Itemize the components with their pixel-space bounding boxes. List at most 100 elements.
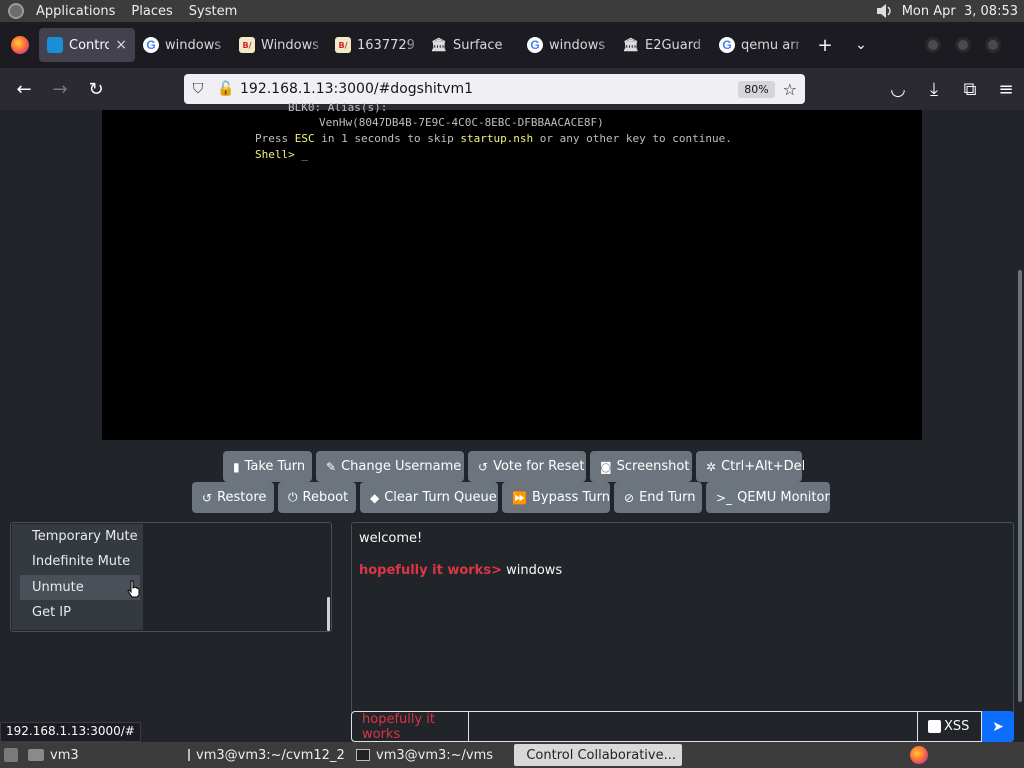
chat-message: hopefully it works> windows (359, 563, 562, 578)
bank-icon: 🏛 (430, 37, 448, 53)
menu-applications[interactable]: Applications (32, 4, 119, 19)
tab-surface[interactable]: 🏛 Surface (423, 28, 519, 62)
taskbar-item-terminal-cvm12[interactable]: vm3@vm3:~/cvm12_2 (182, 744, 350, 766)
restore-icon: ↺ (202, 490, 213, 505)
indefinite-mute-menu-item[interactable]: Indefinite Mute (20, 549, 140, 574)
send-button[interactable]: ➤ (982, 711, 1014, 742)
new-tab-icon[interactable]: + (807, 35, 843, 56)
chat-input[interactable] (469, 711, 918, 742)
page-content: BLK0: Alias(s): VenHw(8047DB4B-7E9C-4C0C… (0, 101, 1024, 742)
xss-checkbox[interactable] (928, 720, 941, 733)
top-panel: Applications Places System Mon Apr 3, 08… (0, 0, 1024, 22)
bottom-panel: vm3 vm3@vm3:~/cvm12_2 vm3@vm3:~/vms Cont… (0, 742, 1024, 768)
distro-logo-icon[interactable] (8, 3, 24, 19)
restore-button[interactable]: ↺ Restore (192, 482, 274, 513)
vm-line-partial: BLK0: Alias(s): (288, 101, 388, 114)
fast-forward-icon: ⏩ (512, 490, 527, 505)
paper-plane-icon: ➤ (992, 718, 1004, 735)
take-turn-button[interactable]: ▮ Take Turn (223, 451, 312, 482)
pocket-icon[interactable]: ◡ (880, 79, 916, 100)
screenshot-button[interactable]: ◙ Screenshot (590, 451, 692, 482)
google-icon: G (527, 37, 543, 53)
taskbar-item-vm3[interactable]: vm3 (22, 744, 182, 766)
mouse-icon: ▮ (233, 459, 240, 474)
user-list-panel[interactable]: Temporary Mute Indefinite Mute Unmute Ge… (10, 522, 332, 632)
nav-bar: ← → ↻ ⛉ 🔓 192.168.1.13:3000/#dogshitvm1 … (0, 68, 1024, 110)
show-desktop-icon[interactable] (4, 748, 18, 762)
bypass-turn-button[interactable]: ⏩ Bypass Turn (502, 482, 610, 513)
terminal-icon (188, 749, 190, 761)
clock[interactable]: Mon Apr 3, 08:53 (902, 4, 1018, 19)
qemu-monitor-button[interactable]: >_ QEMU Monitor (706, 482, 830, 513)
camera-icon: ◙ (600, 459, 612, 474)
user-list-scrollbar[interactable] (327, 597, 330, 631)
terminal-icon: >_ (716, 490, 733, 505)
taskbar-item-terminal-vms[interactable]: vm3@vm3:~/vms (350, 744, 514, 766)
list-tabs-chevron-icon[interactable]: ⌄ (843, 37, 879, 53)
ban-icon: ⊘ (624, 490, 635, 505)
unmute-menu-item[interactable]: Unmute (20, 575, 140, 600)
monitor-icon (47, 37, 63, 53)
reboot-button[interactable]: ⏻ Reboot (278, 482, 356, 513)
chat-input-row: hopefully it works XSS ➤ (351, 711, 1014, 742)
vm-display[interactable]: BLK0: Alias(s): VenHw(8047DB4B-7E9C-4C0C… (102, 101, 922, 440)
forward-arrow-icon[interactable]: → (42, 79, 78, 100)
firefox-menu-icon[interactable] (11, 36, 29, 54)
bw-icon: B/ (335, 37, 351, 53)
menu-system[interactable]: System (185, 4, 241, 19)
clear-turn-queue-button[interactable]: ◆ Clear Turn Queue (360, 482, 498, 513)
volume-icon[interactable] (876, 4, 894, 18)
bookmark-star-icon[interactable]: ☆ (783, 80, 797, 99)
undo-icon: ↺ (478, 459, 489, 474)
user-edit-icon: ✎ (326, 459, 337, 474)
minimize-window-icon[interactable] (925, 37, 941, 53)
tab-qemu[interactable]: G qemu arr (711, 28, 807, 62)
ctrl-alt-del-button[interactable]: ✲ Ctrl+Alt+Del (696, 451, 805, 482)
get-ip-menu-item[interactable]: Get IP (20, 600, 140, 625)
xss-toggle[interactable]: XSS (918, 711, 982, 742)
link-status-tooltip: 192.168.1.13:3000/# (0, 722, 141, 742)
power-icon: ⏻ (288, 490, 298, 504)
end-turn-button[interactable]: ⊘ End Turn (614, 482, 702, 513)
taskbar-item-firefox[interactable]: Control Collaborative... (514, 744, 682, 766)
zoom-level-badge[interactable]: 80% (738, 80, 775, 98)
vm-line-press: Press ESC in 1 seconds to skip startup.n… (255, 132, 732, 145)
gear-icon: ✲ (706, 459, 717, 474)
close-window-icon[interactable] (985, 37, 1001, 53)
reload-icon[interactable]: ↻ (78, 79, 114, 100)
downloads-icon[interactable]: ⤓ (916, 79, 952, 100)
back-arrow-icon[interactable]: ← (6, 79, 42, 100)
close-tab-icon[interactable]: × (115, 37, 127, 53)
page-scrollbar[interactable] (1018, 270, 1022, 702)
extensions-icon[interactable]: ⧉ (952, 79, 988, 100)
chat-message-text: windows (501, 563, 563, 578)
maximize-window-icon[interactable] (955, 37, 971, 53)
change-username-button[interactable]: ✎ Change Username (316, 451, 464, 482)
bw-icon: B/ (239, 37, 255, 53)
hamburger-menu-icon[interactable]: ≡ (988, 79, 1024, 100)
chat-welcome-message: welcome! (359, 531, 423, 546)
tab-e2guard[interactable]: 🏛 E2Guard (615, 28, 711, 62)
google-icon: G (143, 37, 159, 53)
tab-control[interactable]: Contro × (39, 28, 135, 62)
chat-username-label: hopefully it works (351, 711, 469, 742)
tab-windows-1[interactable]: G windows (135, 28, 231, 62)
temporary-mute-menu-item[interactable]: Temporary Mute (20, 524, 140, 549)
firefox-launcher-icon[interactable] (910, 746, 928, 764)
terminal-icon (356, 749, 370, 761)
eraser-icon: ◆ (370, 490, 380, 505)
insecure-lock-icon[interactable]: 🔓 (212, 81, 240, 97)
url-text[interactable]: 192.168.1.13:3000/#dogshitvm1 (240, 81, 473, 97)
vm-buttons-row-1: ▮ Take Turn ✎ Change Username ↺ Vote for Re… (223, 451, 805, 482)
chat-panel: welcome! hopefully it works> windows (351, 522, 1014, 742)
tab-windows-3[interactable]: G windows (519, 28, 615, 62)
hand-pointer-cursor-icon (127, 580, 140, 598)
xss-label: XSS (944, 719, 970, 734)
vote-for-reset-button[interactable]: ↺ Vote for Reset (468, 451, 586, 482)
tracking-shield-icon[interactable]: ⛉ (184, 81, 212, 97)
address-bar[interactable]: ⛉ 🔓 192.168.1.13:3000/#dogshitvm1 80% ☆ (184, 74, 805, 104)
menu-places[interactable]: Places (127, 4, 176, 19)
google-icon: G (719, 37, 735, 53)
tab-1637729[interactable]: B/ 1637729 (327, 28, 423, 62)
tab-windows-2[interactable]: B/ Windows (231, 28, 327, 62)
